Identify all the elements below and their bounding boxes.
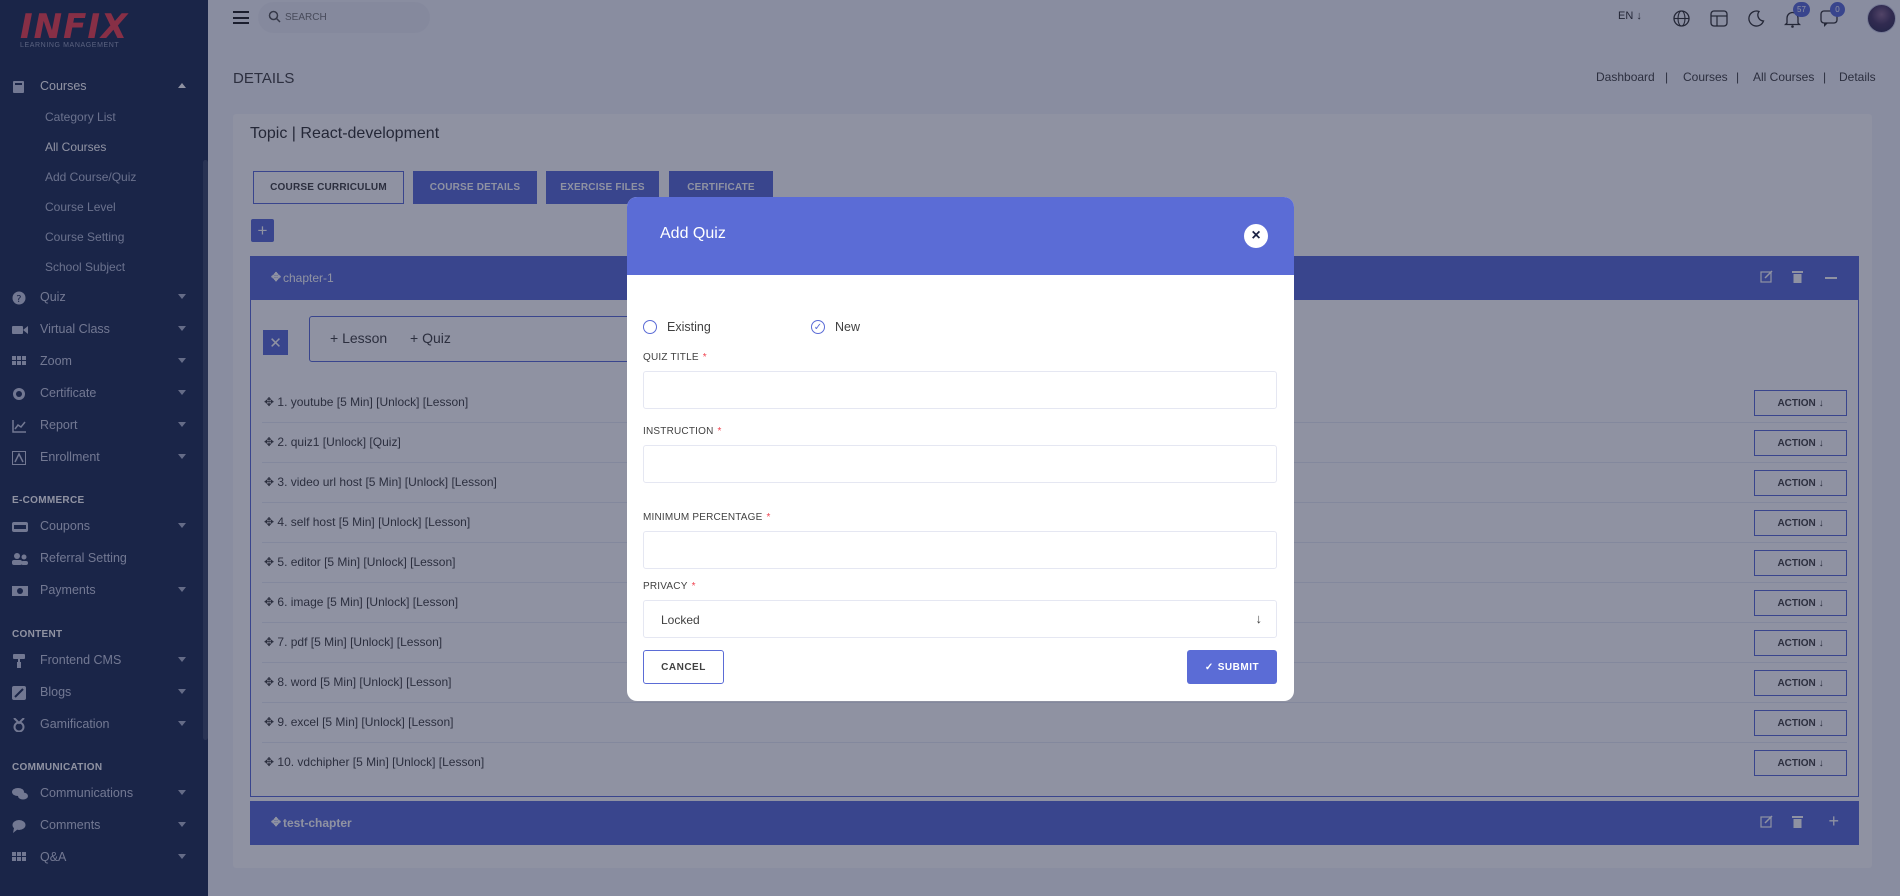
radio-new-label: New [835, 320, 861, 334]
add-quiz-modal: Add Quiz × Existing ✓ New QUIZ TITLE * IN… [627, 197, 1294, 701]
modal-header: Add Quiz × [627, 197, 1294, 275]
cancel-button[interactable]: CANCEL [643, 650, 724, 684]
instruction-field[interactable] [643, 445, 1277, 483]
privacy-label: PRIVACY * [643, 581, 696, 592]
submit-button[interactable]: ✓ SUBMIT [1187, 650, 1277, 684]
instruction-label: INSTRUCTION * [643, 426, 722, 437]
required-mark: * [691, 581, 696, 592]
min-percentage-input[interactable] [644, 532, 1276, 568]
radio-existing-label: Existing [667, 320, 711, 334]
cancel-label: CANCEL [661, 661, 706, 673]
radio-new[interactable]: ✓ New [811, 320, 860, 334]
radio-circle-icon [643, 320, 657, 334]
submit-label: SUBMIT [1217, 661, 1260, 673]
privacy-select[interactable]: Locked ↓ [643, 600, 1277, 638]
instruction-label-text: INSTRUCTION [643, 426, 714, 437]
privacy-label-text: PRIVACY [643, 581, 688, 592]
quiz-title-field[interactable] [643, 371, 1277, 409]
check-icon: ✓ [1204, 661, 1214, 673]
radio-existing[interactable]: Existing [643, 320, 711, 334]
min-percentage-field[interactable] [643, 531, 1277, 569]
required-mark: * [702, 352, 707, 363]
instruction-input[interactable] [644, 446, 1276, 482]
arrow-down-icon: ↓ [1255, 611, 1263, 626]
required-mark: * [766, 512, 771, 523]
min-percentage-label: MINIMUM PERCENTAGE * [643, 512, 771, 523]
modal-title: Add Quiz [660, 225, 726, 242]
min-percentage-label-text: MINIMUM PERCENTAGE [643, 512, 763, 523]
quiz-title-input[interactable] [644, 372, 1276, 408]
privacy-value: Locked [661, 613, 700, 627]
radio-checked-icon: ✓ [811, 320, 825, 334]
quiz-title-label: QUIZ TITLE * [643, 352, 707, 363]
close-icon[interactable]: × [1244, 224, 1268, 248]
quiz-title-label-text: QUIZ TITLE [643, 352, 699, 363]
required-mark: * [717, 426, 722, 437]
